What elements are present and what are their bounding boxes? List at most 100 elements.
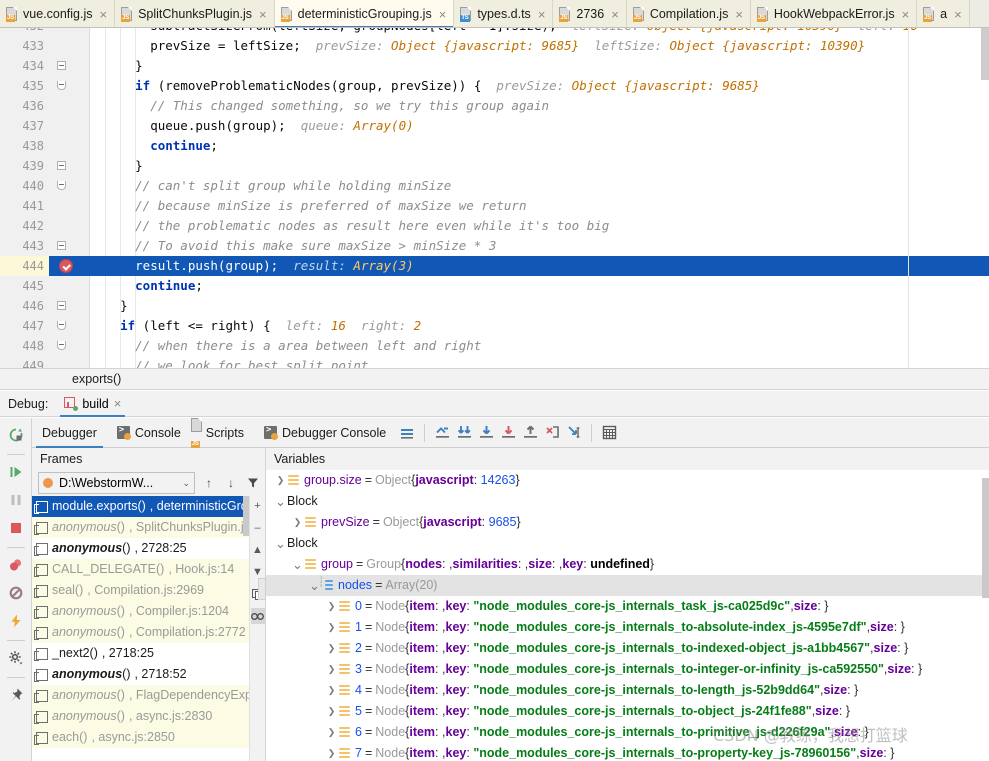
breadcrumb[interactable]: exports() [72,372,121,386]
restore-layout-icon[interactable] [3,608,29,634]
debug-tab-scripts[interactable]: JS Scripts [190,417,254,448]
debug-tab-console[interactable]: Console [107,418,191,448]
gutter-strip[interactable] [49,76,90,96]
variable-row[interactable]: ⌄nodes=Array(20) [266,575,989,596]
variable-row[interactable]: ❯ 4 = Node {item: ,key: "node_modules_core-… [266,680,989,701]
gutter-strip[interactable] [49,116,90,136]
close-icon[interactable]: × [259,8,267,21]
variable-row[interactable]: ❯ 1 = Node {item: ,key: "node_modules_core-… [266,617,989,638]
code-line[interactable]: 435 if (removeProblematicNodes(group, pr… [0,76,989,96]
editor-scrollbar[interactable] [981,28,989,80]
gutter-strip[interactable] [49,276,90,296]
code-editor[interactable]: 432 subtractSizeFrom(leftSize, groupNode… [0,28,989,368]
debug-tab-debugger-console[interactable]: Debugger Console [254,418,396,448]
gutter-strip[interactable] [49,56,90,76]
gutter-strip[interactable] [49,36,90,56]
variable-row[interactable]: ❯ 2 = Node {item: ,key: "node_modules_core-… [266,638,989,659]
close-icon[interactable]: × [954,8,962,21]
add-icon[interactable]: + [251,498,265,514]
frame-row[interactable]: anonymous(), FlagDependencyExpor [32,685,250,706]
chevron-down-icon[interactable]: ⌄ [291,558,304,571]
gutter-strip[interactable] [49,28,90,36]
frame-down-icon[interactable]: ↓ [223,472,239,494]
fold-marker-icon[interactable] [57,61,66,70]
editor-tab-2[interactable]: JS deterministicGrouping.js × [274,0,455,27]
gutter-strip[interactable] [49,336,90,356]
frame-row[interactable]: CALL_DELEGATE(), Hook.js:14 [32,559,250,580]
debug-session-tab-build[interactable]: build × [60,391,126,417]
code-line[interactable]: 445 continue; [0,276,989,296]
editor-tab-0[interactable]: JS vue.config.js × [0,0,116,27]
fold-marker-icon[interactable] [57,81,66,90]
force-step-into-icon[interactable] [497,422,519,444]
rerun-icon[interactable] [3,422,29,448]
view-breakpoints-icon[interactable] [3,552,29,578]
editor-tab-6[interactable]: JS HookWebpackError.js × [750,0,918,27]
chevron-down-icon[interactable]: ⌄ [274,537,287,550]
variable-row[interactable]: ❯ prevSize = Object {javascript: 9685} [266,512,989,533]
code-line[interactable]: 447 if (left <= right) { left: 16 right:… [0,316,989,336]
frame-row[interactable]: seal(), Compilation.js:2969 [32,580,250,601]
gutter-strip[interactable] [49,156,90,176]
code-line[interactable]: 449 // we look for best split point [0,356,989,368]
thread-selector[interactable]: D:\WebstormW... ⌄ [38,472,195,494]
mute-breakpoints-icon[interactable] [3,580,29,606]
step-into-icon[interactable] [475,422,497,444]
fold-marker-icon[interactable] [57,161,66,170]
editor-tab-3[interactable]: TS types.d.ts × [454,0,554,27]
remove-icon[interactable]: – [251,520,265,536]
variable-row[interactable]: ⌄ Block [266,533,989,554]
code-line[interactable]: 434 } [0,56,989,76]
stop-icon[interactable] [3,515,29,541]
gutter-strip[interactable] [49,356,90,368]
editor-tab-7[interactable]: JS a × [917,0,970,27]
close-icon[interactable]: × [611,8,619,21]
editor-tab-4[interactable]: JS 2736 × [553,0,627,27]
variable-row[interactable]: ❯ 5 = Node {item: ,key: "node_modules_core-… [266,701,989,722]
code-line[interactable]: 448 // when there is a area between left… [0,336,989,356]
settings-icon[interactable] [3,645,29,671]
fold-marker-icon[interactable] [57,321,66,330]
pin-tab-icon[interactable] [3,682,29,708]
pause-program-icon[interactable] [3,487,29,513]
frame-row[interactable]: anonymous(), Compilation.js:2772 [32,622,250,643]
layout-settings-icon[interactable] [396,422,418,444]
move-up-icon[interactable]: ▲ [251,542,265,558]
gutter-strip[interactable] [49,316,90,336]
chevron-right-icon[interactable]: ❯ [325,659,338,680]
code-line[interactable]: 436 // This changed something, so we try… [0,96,989,116]
frame-row[interactable]: each(), async.js:2850 [32,727,250,748]
frames-list[interactable]: module.exports(), deterministicGroupanon… [32,496,250,761]
chevron-right-icon[interactable]: ❯ [325,743,338,761]
variable-row[interactable]: ❯ group.size = Object {javascript: 14263} [266,470,989,491]
chevron-right-icon[interactable]: ❯ [325,722,338,743]
resume-program-icon[interactable] [3,459,29,485]
gutter-strip[interactable] [49,296,90,316]
step-out-icon[interactable] [519,422,541,444]
breakpoint-icon[interactable] [59,259,73,273]
chevron-right-icon[interactable]: ❯ [325,617,338,638]
chevron-right-icon[interactable]: ❯ [291,512,304,533]
code-line[interactable]: 437 queue.push(group); queue: Array(0) [0,116,989,136]
gutter-strip[interactable] [49,136,90,156]
frame-row[interactable]: anonymous(), async.js:2830 [32,706,250,727]
code-line[interactable]: 443 // To avoid this make sure maxSize >… [0,236,989,256]
variables-collapse-handle[interactable] [258,578,266,600]
gutter-strip[interactable] [49,196,90,216]
frame-row[interactable]: _next2(), 2718:25 [32,643,250,664]
chevron-down-icon[interactable]: ⌄ [274,495,287,508]
variable-row[interactable]: ⌄ group = Group {nodes: ,similarities: ,siz… [266,554,989,575]
variable-row[interactable]: ❯ 6 = Node {item: ,key: "node_modules_core-… [266,722,989,743]
variable-row[interactable]: ⌄ Block [266,491,989,512]
code-line[interactable]: 444 result.push(group); result: Array(3) [0,256,989,276]
variables-scrollbar[interactable] [982,478,989,598]
evaluate-expression-icon[interactable] [598,422,620,444]
drop-frame-icon[interactable] [541,422,563,444]
close-icon[interactable]: × [439,8,447,21]
fold-marker-icon[interactable] [57,181,66,190]
code-line[interactable]: 432 subtractSizeFrom(leftSize, groupNode… [0,28,989,36]
close-icon[interactable]: × [735,8,743,21]
editor-tab-5[interactable]: JS Compilation.js × [626,0,751,27]
frame-row[interactable]: anonymous(), 2718:52 [32,664,250,685]
variable-row[interactable]: ❯ 3 = Node {item: ,key: "node_modules_core-… [266,659,989,680]
